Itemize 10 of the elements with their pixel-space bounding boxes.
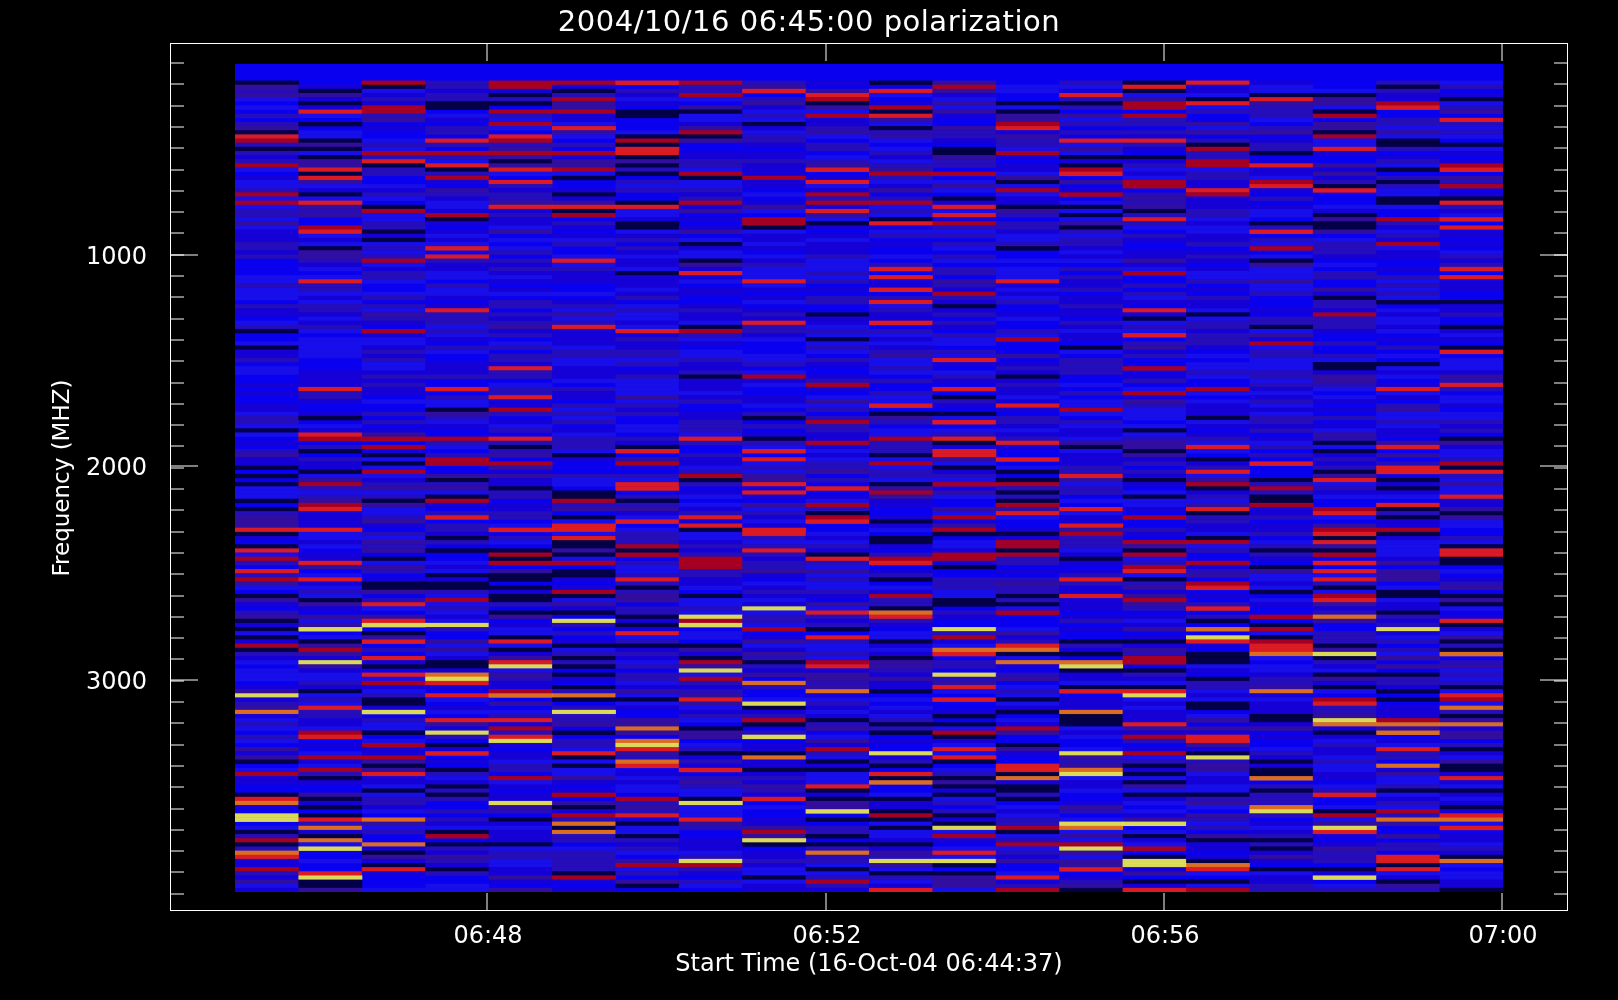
chart-title: 2004/10/16 06:45:00 polarization [557, 3, 1061, 40]
y-axis-label: Frequency (MHZ) [48, 378, 74, 579]
x-tick-label: 07:00 [1468, 921, 1538, 949]
y-tick-label: 3000 [85, 667, 147, 695]
x-tick-label: 06:52 [792, 921, 862, 949]
x-axis-label: Start Time (16-Oct-04 06:44:37) [675, 949, 1063, 977]
x-tick-label: 06:56 [1130, 921, 1200, 949]
y-tick-label: 1000 [85, 242, 147, 270]
y-tick-label: 2000 [85, 453, 147, 481]
x-tick-label: 06:48 [453, 921, 523, 949]
